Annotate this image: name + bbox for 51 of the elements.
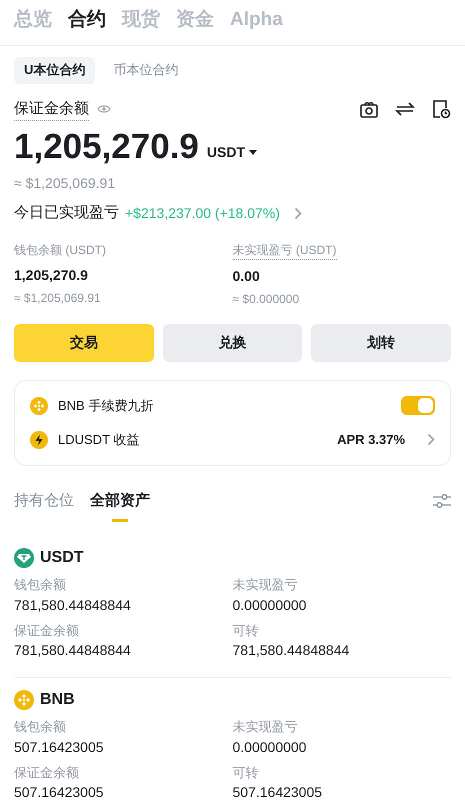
field-label: 保证金余额 (14, 764, 80, 782)
stat-approx: ≈ $0.000000 (232, 290, 300, 308)
field-value: 0.00000000 (232, 738, 308, 756)
field-value: 507.16423005 (14, 783, 105, 802)
gift-camera-icon[interactable] (359, 99, 379, 120)
stat-value: 0.00 (232, 266, 260, 286)
history-icon[interactable] (431, 99, 451, 120)
chevron-right-icon[interactable] (294, 206, 302, 220)
stat-approx: ≈ $1,205,069.91 (14, 290, 101, 306)
balance-amount: 1,205,270.9 (14, 127, 199, 167)
asset-symbol: USDT (40, 548, 84, 568)
field-label: 钱包余额 (14, 718, 67, 736)
eye-icon[interactable] (97, 104, 111, 114)
field-value: 781,580.44848844 (14, 596, 132, 614)
option-label: BNB 手续费九折 (58, 396, 154, 415)
contract-tab[interactable]: U本位合约 (14, 56, 96, 84)
field-label: 未实现盈亏 (232, 576, 298, 594)
field-value: 781,580.44848844 (232, 641, 350, 660)
lightning-coin-icon (30, 430, 48, 448)
balance-label: 保证金余额 (14, 98, 89, 121)
option-label: LDUSDT 收益 (58, 430, 140, 449)
pnl-value: +$213,237.00 (+18.07%) (125, 204, 280, 223)
stat-label: 未实现盈亏 (USDT) (232, 240, 336, 260)
bnb-icon (30, 396, 48, 414)
chevron-right-icon[interactable] (427, 433, 435, 446)
tether-icon (14, 548, 34, 568)
top-tab[interactable]: 合约 (68, 6, 106, 34)
field-value: 507.16423005 (14, 738, 105, 756)
asset-tab[interactable]: 全部资产 (90, 490, 150, 522)
balance-approx: ≈ $1,205,069.91 (13, 174, 116, 193)
apr-value: APR 3.37% (337, 430, 405, 449)
field-value: 0.00000000 (232, 596, 308, 614)
field-label: 可转 (232, 622, 260, 640)
field-label: 钱包余额 (14, 576, 67, 594)
field-label: 可转 (232, 764, 260, 782)
asset-symbol: BNB (40, 690, 75, 710)
toggle-switch[interactable] (401, 396, 435, 415)
field-value: 507.16423005 (232, 783, 324, 802)
pnl-label: 今日已实现盈亏 (14, 203, 119, 223)
filter-sliders-icon[interactable] (433, 492, 451, 509)
caret-icon (249, 150, 258, 155)
field-value: 781,580.44848844 (14, 641, 132, 660)
field-label: 保证金余额 (14, 622, 80, 640)
action-button[interactable]: 交易 (14, 324, 154, 362)
stat-value: 1,205,270.9 (14, 266, 88, 284)
stat-label: 钱包余额 (USDT) (14, 242, 106, 258)
currency-selector[interactable]: USDT (206, 142, 258, 163)
bnb-icon (14, 690, 34, 710)
field-label: 未实现盈亏 (232, 718, 298, 736)
action-button[interactable]: 划转 (311, 324, 451, 362)
action-button[interactable]: 兑换 (162, 324, 302, 362)
